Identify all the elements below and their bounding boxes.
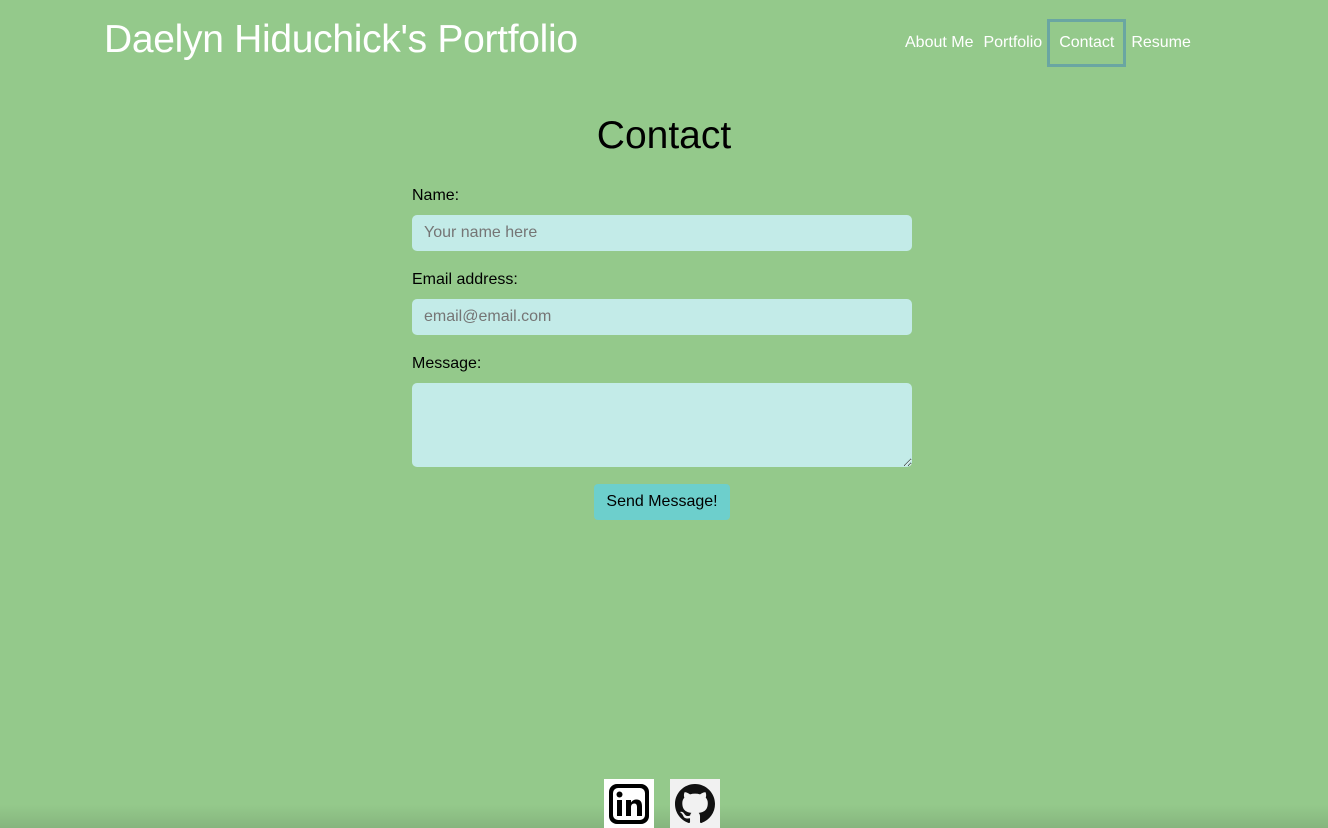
main-nav: About Me Portfolio Contact Resume xyxy=(900,19,1196,67)
linkedin-link[interactable] xyxy=(604,779,654,828)
name-input[interactable] xyxy=(412,215,912,251)
nav-resume[interactable]: Resume xyxy=(1126,19,1196,67)
contact-form: Name: Email address: Message: Send Messa… xyxy=(412,186,912,520)
email-input[interactable] xyxy=(412,299,912,335)
name-group: Name: xyxy=(412,186,912,251)
submit-wrap: Send Message! xyxy=(412,484,912,520)
message-textarea[interactable] xyxy=(412,383,912,467)
nav-contact[interactable]: Contact xyxy=(1047,19,1127,67)
message-group: Message: xyxy=(412,354,912,467)
site-title: Daelyn Hiduchick's Portfolio xyxy=(104,18,578,61)
linkedin-icon xyxy=(609,783,649,824)
name-label: Name: xyxy=(412,187,460,204)
email-label: Email address: xyxy=(412,271,518,288)
github-icon xyxy=(675,783,715,823)
message-label: Message: xyxy=(412,355,482,372)
send-message-button[interactable]: Send Message! xyxy=(594,484,730,520)
email-group: Email address: xyxy=(412,270,912,335)
nav-portfolio[interactable]: Portfolio xyxy=(978,19,1047,67)
github-link[interactable] xyxy=(670,779,720,828)
footer xyxy=(0,770,1328,828)
page-title: Contact xyxy=(596,114,732,157)
nav-about-me[interactable]: About Me xyxy=(900,19,978,67)
